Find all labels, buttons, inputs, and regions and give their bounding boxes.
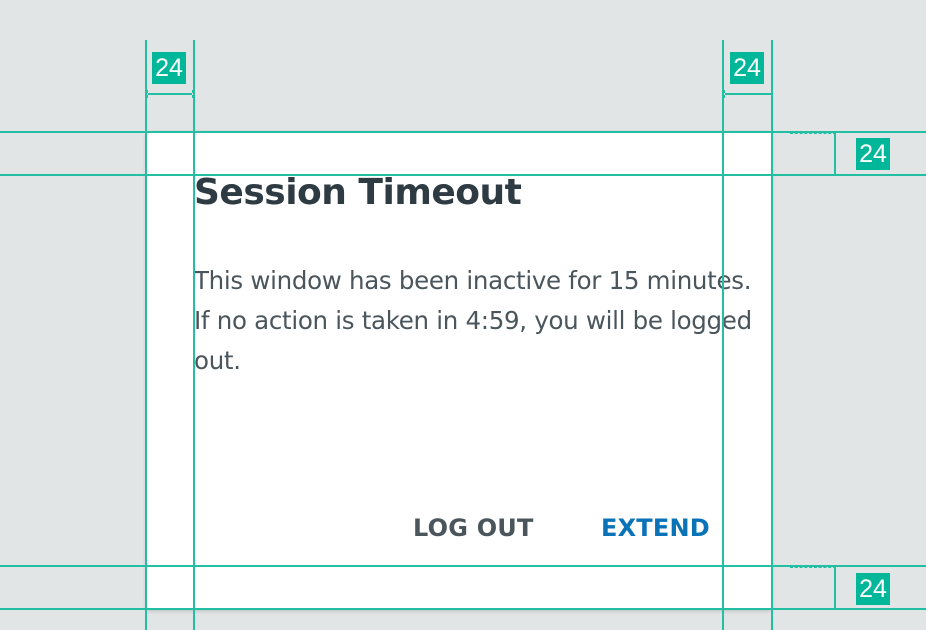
spacing-marker-left — [147, 90, 193, 98]
guide-line-right-inner — [722, 40, 724, 630]
spacing-marker-bottom — [790, 567, 836, 609]
guide-line-bottom-outer — [0, 608, 926, 610]
spacing-badge-left: 24 — [152, 52, 186, 84]
spacing-marker-right — [724, 90, 772, 98]
spacing-badge-bottom: 24 — [856, 573, 890, 605]
spacing-marker-top — [790, 133, 836, 175]
spacing-badge-right: 24 — [730, 52, 764, 84]
extend-button[interactable]: EXTEND — [601, 510, 710, 546]
guide-line-left-inner — [193, 40, 195, 630]
log-out-button[interactable]: LOG OUT — [413, 510, 534, 546]
dialog-message: This window has been inactive for 15 min… — [194, 266, 752, 375]
guide-line-left-outer — [145, 40, 147, 630]
guide-line-bottom-inner — [0, 565, 926, 567]
spacing-badge-top: 24 — [856, 138, 890, 170]
session-timeout-dialog: Session Timeout This window has been ina… — [146, 131, 772, 609]
guide-line-right-outer — [771, 40, 773, 630]
guide-line-top-inner — [0, 174, 926, 176]
guide-line-top-outer — [0, 131, 926, 133]
dialog-title: Session Timeout — [194, 172, 522, 213]
